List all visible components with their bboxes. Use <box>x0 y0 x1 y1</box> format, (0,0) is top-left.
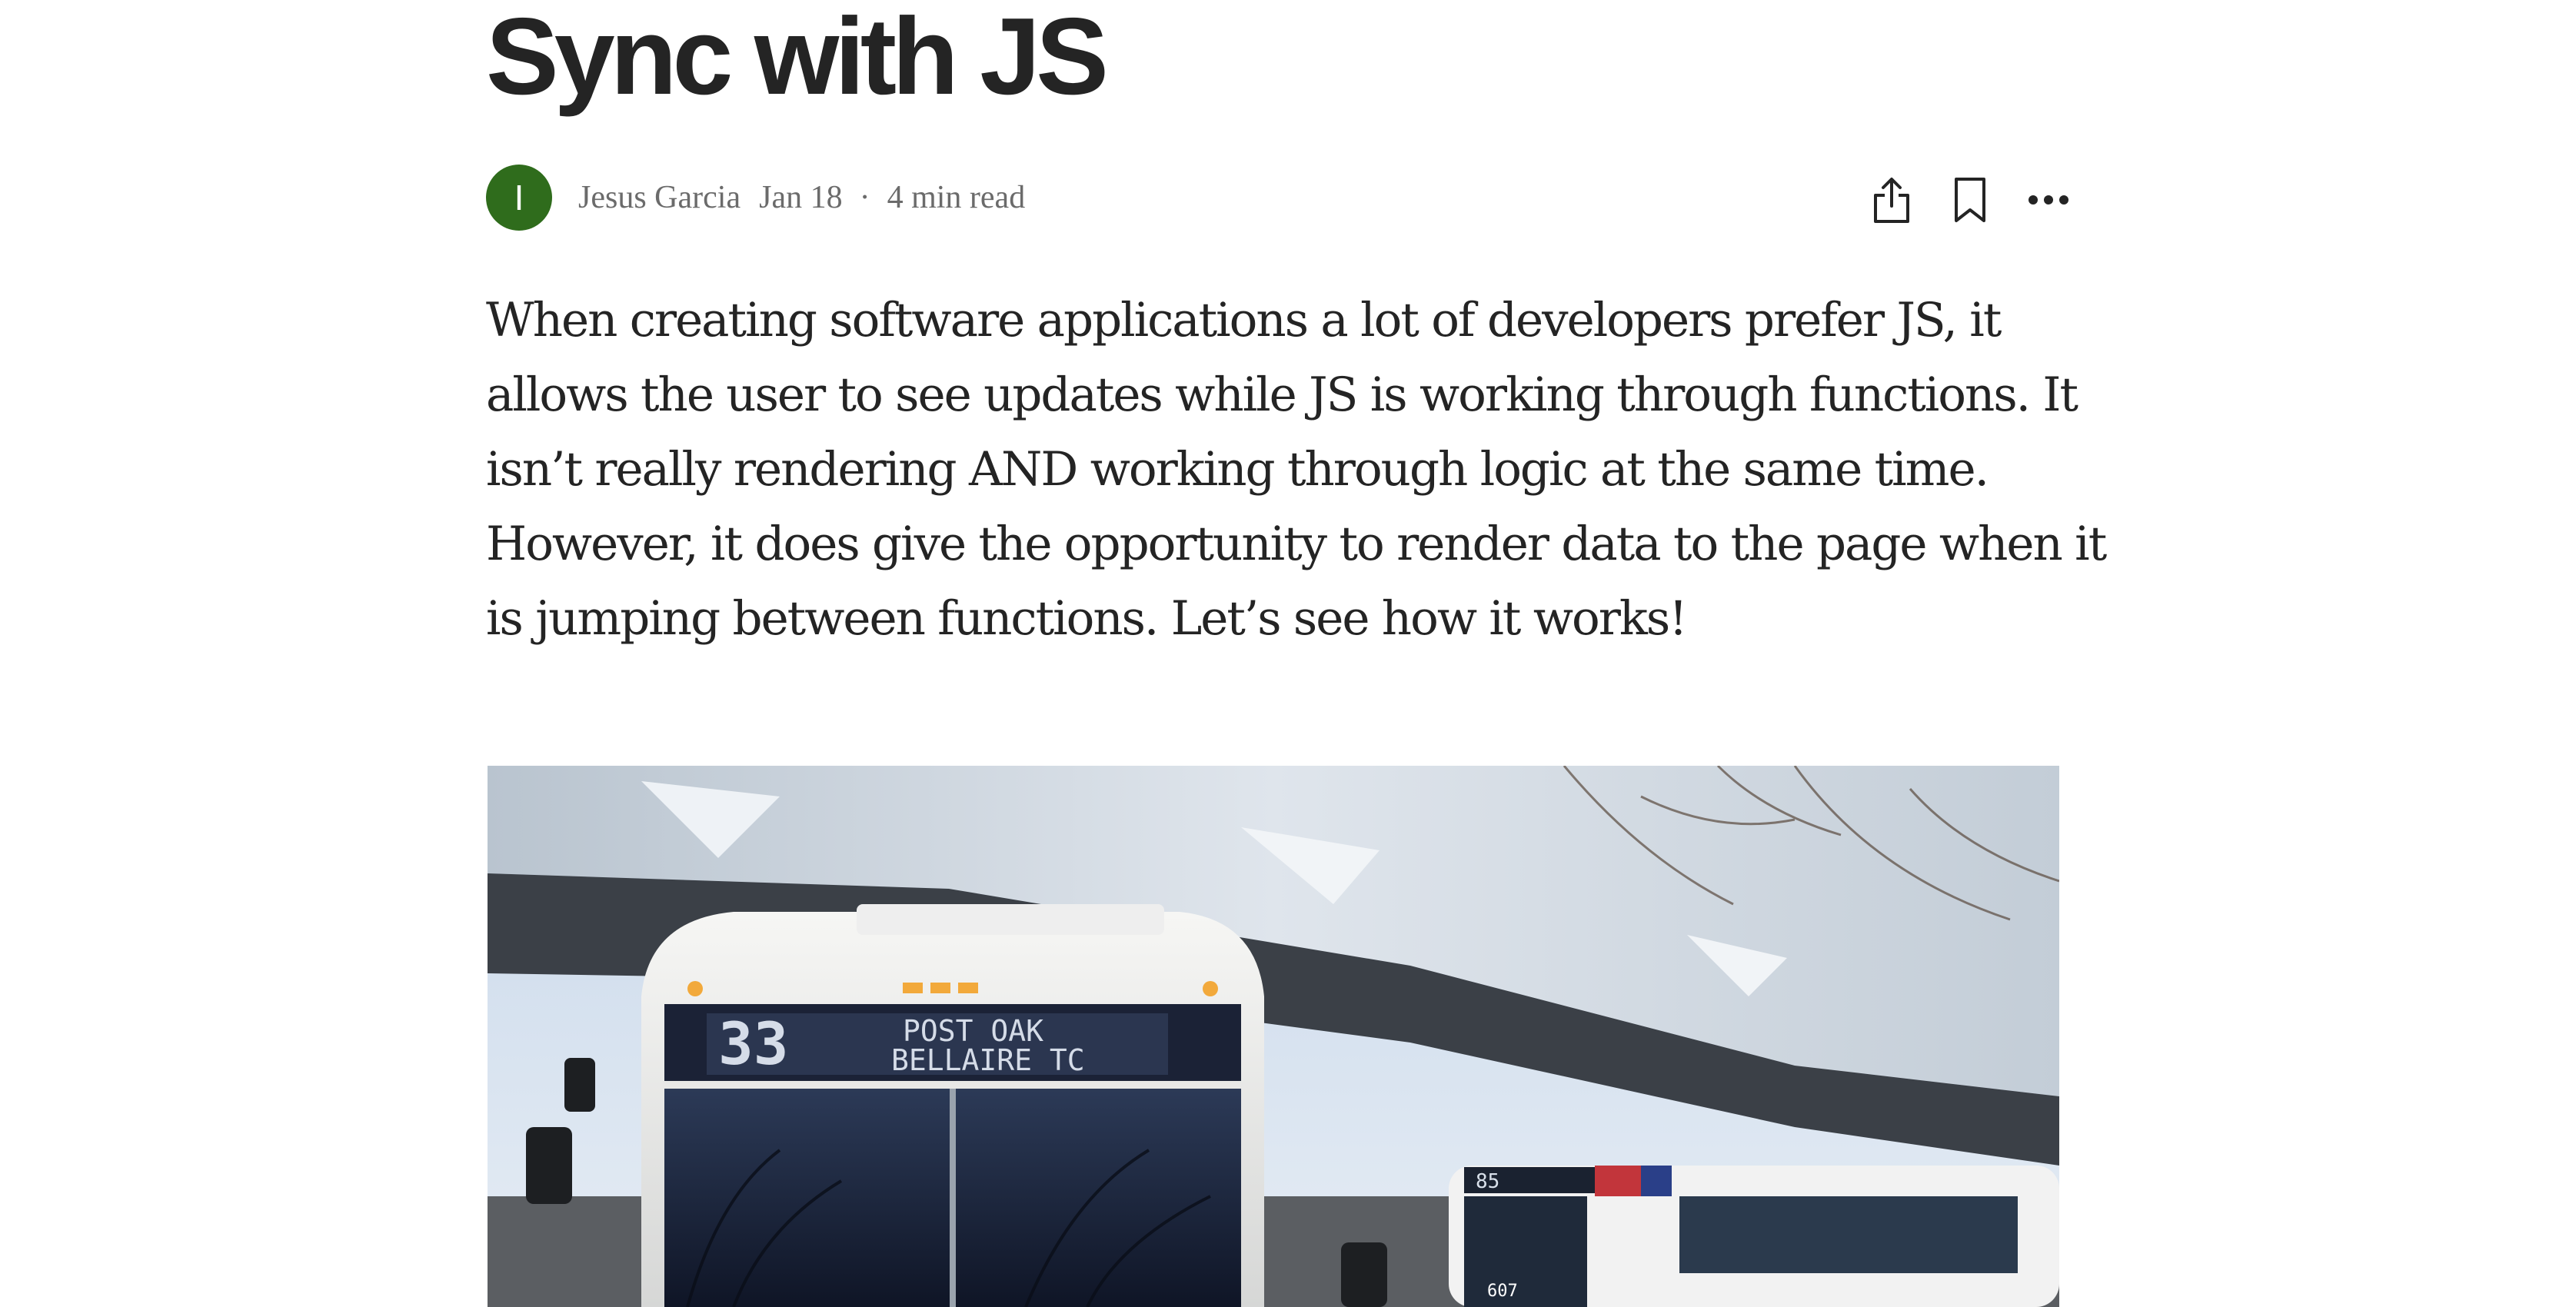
hero-image: 85 607 33 POST OAK BELLAIRE TC <box>488 766 2059 1307</box>
second-bus-plate: 607 <box>1487 1282 1518 1301</box>
more-button[interactable] <box>2018 169 2079 231</box>
bus-photo: 85 607 33 POST OAK BELLAIRE TC <box>488 766 2059 1307</box>
article-intro: When creating software applications a lo… <box>486 293 2107 646</box>
byline: I Jesus Garcia Jan 18 · 4 min read <box>486 165 1025 231</box>
byline-separator: · <box>859 180 870 215</box>
author-name[interactable]: Jesus Garcia <box>578 179 741 216</box>
article-actions <box>1861 169 2079 231</box>
avatar-initial: I <box>514 178 524 218</box>
author-avatar[interactable]: I <box>486 165 552 231</box>
publish-date: Jan 18 <box>759 180 843 215</box>
article-title: Sync with JS <box>486 0 1109 118</box>
share-icon <box>1870 175 1913 224</box>
second-bus: 85 607 <box>1449 1166 2059 1307</box>
save-button[interactable] <box>1939 169 2001 231</box>
more-icon <box>2027 194 2070 206</box>
second-bus-route: 85 <box>1476 1170 1499 1193</box>
share-button[interactable] <box>1861 169 1922 231</box>
destination-line-2: BELLAIRE TC <box>891 1043 1085 1077</box>
read-time: 4 min read <box>887 180 1026 215</box>
bookmark-icon <box>1952 176 1989 224</box>
route-number: 33 <box>718 1009 789 1078</box>
